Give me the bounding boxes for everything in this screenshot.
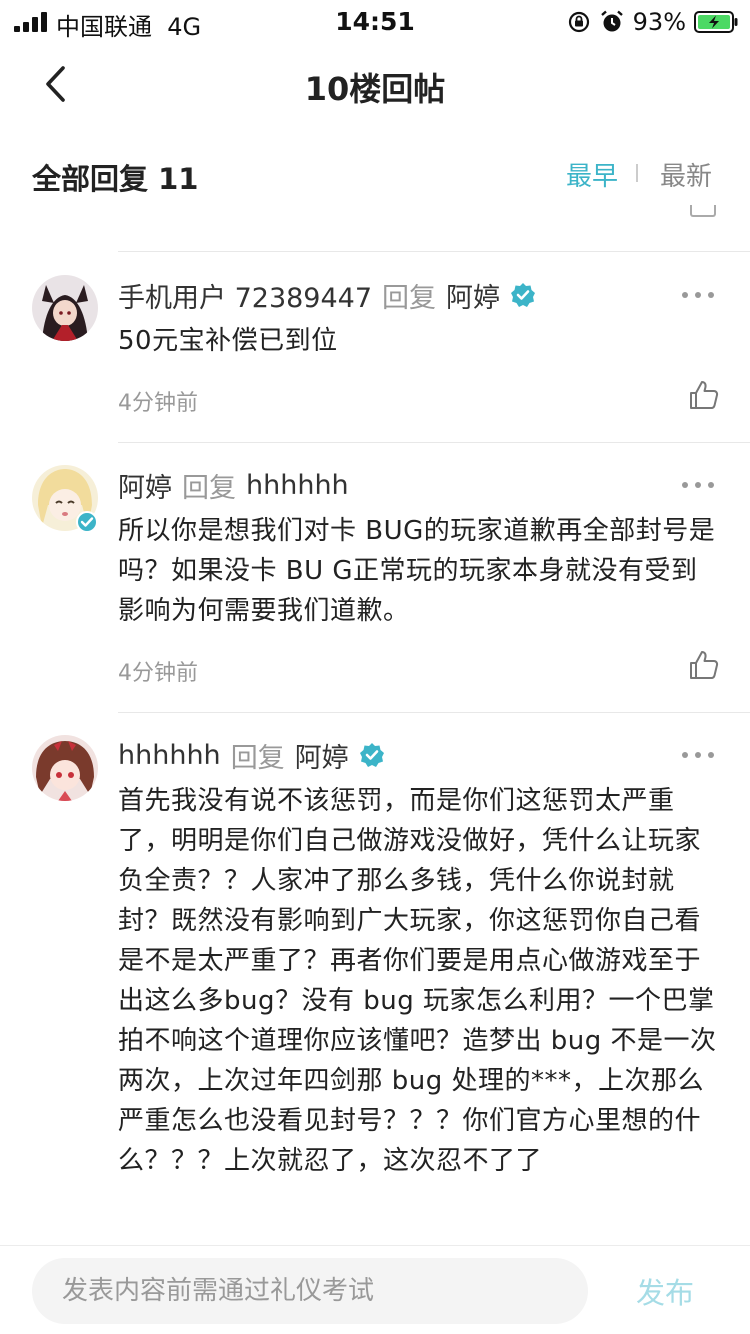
reply-content: 首先我没有说不该惩罚，而是你们这惩罚太严重了，明明是你们自己做游戏没做好，凭什么… — [118, 786, 717, 1176]
reply-time: 4分钟前 — [118, 661, 198, 686]
publish-button[interactable]: 发布 — [636, 1270, 694, 1312]
reply-username[interactable]: hhhhhh — [118, 740, 221, 771]
nav-bar: 10楼回帖 — [0, 44, 750, 124]
reply-target-username[interactable]: hhhhhh — [246, 470, 349, 501]
like-button[interactable] — [688, 649, 720, 681]
more-options-button[interactable] — [682, 289, 714, 299]
alarm-icon — [600, 10, 623, 32]
reply-username[interactable]: 手机用户 72389447 — [118, 276, 372, 315]
reply-target-username[interactable]: 阿婷 — [446, 276, 500, 315]
reply-header: hhhhhh 回复 阿婷 — [118, 735, 385, 775]
sort-divider — [636, 164, 638, 182]
verified-badge-icon — [359, 743, 384, 767]
divider — [118, 251, 750, 252]
reply-word: 回复 — [182, 472, 236, 504]
reply-time: 4分钟前 — [118, 391, 198, 416]
verified-badge-icon — [76, 511, 98, 533]
divider — [118, 712, 750, 713]
status-bar: 中国联通 4G 14:51 93% — [0, 0, 750, 44]
battery-icon — [694, 11, 738, 33]
reply-item: hhhhhh 回复 阿婷 首先我没有说不该惩罚，而是你们这惩罚太严重了，明明是你… — [0, 735, 750, 1245]
page-title: 10楼回帖 — [304, 70, 446, 108]
reply-content: 所以你是想我们对卡 BUG的玩家道歉再全部封号是吗？如果没卡 BU G正常玩的玩… — [118, 516, 716, 626]
status-right: 93% — [567, 7, 738, 37]
rotation-lock-icon — [568, 11, 589, 33]
more-options-button[interactable] — [682, 749, 714, 759]
reply-list[interactable]: 手机用户 72389447 回复 阿婷 50元宝补偿已到位 4分钟前 阿婷 回复… — [0, 205, 750, 1245]
more-options-button[interactable] — [682, 479, 714, 489]
like-button[interactable] — [688, 379, 720, 411]
reply-filter-bar: 全部回复 11 最早 最新 — [0, 140, 750, 210]
reply-input[interactable] — [32, 1258, 588, 1324]
reply-username[interactable]: 阿婷 — [118, 466, 172, 505]
reply-header: 手机用户 72389447 回复 阿婷 — [118, 275, 536, 315]
reply-word: 回复 — [382, 282, 437, 314]
verified-badge-icon — [511, 283, 536, 307]
reply-item: 手机用户 72389447 回复 阿婷 50元宝补偿已到位 4分钟前 — [0, 275, 750, 441]
reply-content: 50元宝补偿已到位 — [118, 326, 338, 356]
avatar-image — [32, 275, 98, 341]
avatar-image — [32, 735, 98, 801]
previous-reply-partial — [118, 205, 750, 251]
sort-earliest-tab[interactable]: 最早 — [566, 156, 618, 193]
reply-item: 阿婷 回复 hhhhhh 所以你是想我们对卡 BUG的玩家道歉再全部封号是吗？如… — [0, 465, 750, 691]
reply-header: 阿婷 回复 hhhhhh — [118, 465, 349, 505]
avatar[interactable] — [32, 735, 98, 801]
avatar[interactable] — [32, 275, 98, 341]
reply-composer-bar: 发布 — [0, 1245, 750, 1334]
sort-latest-tab[interactable]: 最新 — [660, 156, 712, 193]
divider — [118, 442, 750, 443]
thumbs-up-icon — [690, 651, 719, 679]
reply-target-username[interactable]: 阿婷 — [295, 736, 349, 775]
like-icon-partial — [690, 205, 716, 217]
reply-word: 回复 — [230, 742, 285, 774]
reply-count-title: 全部回复 11 — [32, 162, 199, 196]
battery-percent: 93% — [632, 8, 686, 36]
thumbs-up-icon — [690, 381, 719, 409]
reply-input-box[interactable] — [32, 1258, 588, 1324]
